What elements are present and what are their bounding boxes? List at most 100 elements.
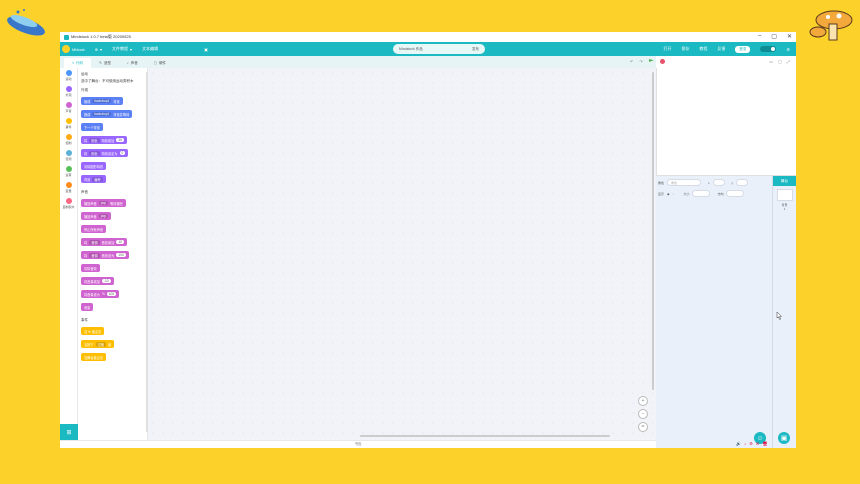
palette-block[interactable]: 当 ⚑ 被点击 [81, 327, 105, 335]
minimize-button[interactable]: – [758, 33, 761, 40]
block-number-input[interactable]: 100 [106, 292, 117, 296]
size-input[interactable] [692, 190, 711, 197]
palette-block[interactable]: 换成 backdrop1 背景并等待 [81, 110, 133, 118]
script-canvas[interactable] [148, 68, 656, 440]
x-input[interactable] [712, 179, 725, 186]
category-0[interactable]: 运动 [60, 68, 77, 84]
category-5[interactable]: 侦测 [60, 148, 77, 164]
sprite-list[interactable] [656, 208, 772, 448]
save-icon-button[interactable]: ▣ [204, 47, 208, 52]
category-8[interactable]: 自制积木 [60, 196, 77, 212]
zoom-out-button[interactable]: − [638, 409, 648, 419]
stop-icon[interactable] [659, 59, 665, 64]
palette-block[interactable]: 当舞台被点击 [81, 353, 107, 361]
palette-block[interactable]: 将颜色 特效增加 25 [81, 136, 127, 144]
tab-costumes[interactable]: ✎ 造型 [91, 58, 119, 68]
block-text-tail: 等待播完 [110, 201, 123, 206]
publish-button[interactable]: 发布 [472, 47, 479, 52]
palette-block[interactable]: 清除图形特效 [81, 162, 107, 170]
palette-block[interactable]: 将颜色 特效设定为 0 [81, 149, 129, 157]
brand-logo[interactable]: Mblock [62, 45, 85, 53]
palette-block[interactable]: 将音调 音效设为 100 [81, 251, 129, 259]
menu-open[interactable]: 打开 [663, 46, 671, 52]
block-dropdown[interactable]: 空格 [95, 341, 106, 347]
palette-block[interactable]: 换成 backdrop1 背景 [81, 97, 123, 105]
palette-block[interactable]: 清除音效 [81, 264, 100, 272]
sprite-name-input[interactable]: 角色 [667, 179, 702, 186]
stage-thumbnail[interactable] [776, 189, 793, 201]
stage-preview[interactable] [656, 68, 796, 176]
login-button[interactable]: 登录 [735, 45, 751, 53]
block-dropdown[interactable]: 颜色 [89, 150, 100, 156]
globe-menu[interactable]: ⊕ ▾ [95, 47, 102, 52]
block-number-input[interactable]: 10 [116, 240, 124, 244]
direction-input[interactable] [726, 190, 745, 197]
palette-block[interactable]: 停止所有声音 [81, 225, 107, 233]
project-name-field[interactable]: Mindstock 作品 发布 [393, 44, 485, 54]
canvas-horizontal-scrollbar[interactable] [360, 435, 610, 437]
tab-code[interactable]: ≡ 代码 [64, 58, 92, 68]
show-visible-icon[interactable]: ◉ [667, 192, 670, 196]
block-dropdown[interactable]: backdrop1 [92, 99, 112, 103]
block-number-input[interactable]: 0 [119, 151, 126, 155]
menu-tutorial[interactable]: 教程 [699, 46, 707, 52]
block-text: 当 ⚑ 被点击 [84, 329, 102, 334]
block-text: 当按下 [84, 342, 94, 347]
palette-block[interactable]: 播放声音 pop [81, 212, 112, 220]
y-input[interactable] [736, 179, 749, 186]
palette-block[interactable]: 音量 [81, 303, 94, 311]
palette-block[interactable]: 播放声音 pop 等待播完 [81, 199, 126, 207]
palette-block[interactable]: 下一个背景 [81, 123, 103, 131]
palette-block[interactable]: 将音调 音效增加 10 [81, 238, 127, 246]
mode-toggle[interactable] [760, 46, 777, 52]
hide-icon[interactable]: ◌ [673, 192, 675, 196]
zoom-in-button[interactable]: + [638, 396, 648, 406]
menu-feedback[interactable]: 反馈 [717, 46, 725, 52]
small-stage-icon[interactable]: ▭ [769, 59, 773, 64]
zoom-reset-button[interactable]: = [638, 422, 648, 432]
palette-block[interactable]: 背景 编号 [81, 175, 106, 183]
editor-tabs: ≡ 代码 ✎ 造型 ♪ 声音 ▢ 硬件 [60, 56, 656, 68]
category-2[interactable]: 声音 [60, 100, 77, 116]
palette-block[interactable]: 当按下 空格键 [81, 340, 115, 348]
category-3[interactable]: 事件 [60, 116, 77, 132]
menu-edit[interactable]: 文本编辑 [142, 46, 158, 52]
block-dropdown[interactable]: 音调 [89, 252, 100, 258]
large-stage-icon[interactable]: ▢ [778, 59, 782, 64]
menu-save[interactable]: 保存 [681, 46, 689, 52]
settings-icon[interactable]: ⚙ [786, 47, 790, 52]
block-dropdown[interactable]: 音调 [89, 239, 100, 245]
menu-file[interactable]: 文件教程 ▾ [112, 46, 132, 52]
redo-icon[interactable]: ↷ [639, 59, 642, 64]
category-1[interactable]: 外观 [60, 84, 77, 100]
block-number-input[interactable]: -10 [101, 279, 111, 283]
block-dropdown[interactable]: 编号 [92, 176, 103, 182]
motion-heading: 运动 [81, 72, 88, 76]
window-title: Mindstock 1.0.7 beta版 20200525 [71, 34, 131, 39]
green-flag-icon[interactable] [648, 59, 654, 62]
system-tray: 🔊 ♪ ⚙ ✉ 🖥 [736, 441, 769, 446]
undo-icon[interactable]: ↶ [630, 59, 633, 64]
tab-hardware[interactable]: ▢ 硬件 [146, 58, 174, 68]
category-4[interactable]: 控制 [60, 132, 77, 148]
block-dropdown[interactable]: backdrop1 [92, 112, 112, 116]
category-6[interactable]: 运算 [60, 164, 77, 180]
block-number-input[interactable]: 25 [116, 138, 124, 142]
close-button[interactable]: ✕ [787, 33, 792, 40]
canvas-vertical-scrollbar[interactable] [652, 72, 654, 390]
palette-block[interactable]: 将音量增加 -10 [81, 277, 114, 285]
backpack-bar[interactable]: 书包 [60, 440, 656, 448]
block-dropdown[interactable]: 颜色 [89, 137, 100, 143]
category-dot-icon [65, 198, 72, 204]
category-7[interactable]: 变量 [60, 180, 77, 196]
tab-sounds[interactable]: ♪ 声音 [119, 58, 146, 68]
add-backdrop-button[interactable]: ▣ [778, 432, 790, 444]
fullscreen-icon[interactable]: ⤢ [787, 59, 790, 64]
block-dropdown[interactable]: pop [98, 201, 109, 205]
extensions-button[interactable]: ⊞ [60, 424, 78, 440]
maximize-button[interactable]: ▢ [771, 33, 777, 40]
block-number-input[interactable]: 100 [116, 253, 126, 257]
block-dropdown[interactable]: pop [98, 214, 109, 218]
palette-block[interactable]: 将音量设为% 100 [81, 290, 120, 298]
category-label: 变量 [65, 189, 72, 193]
